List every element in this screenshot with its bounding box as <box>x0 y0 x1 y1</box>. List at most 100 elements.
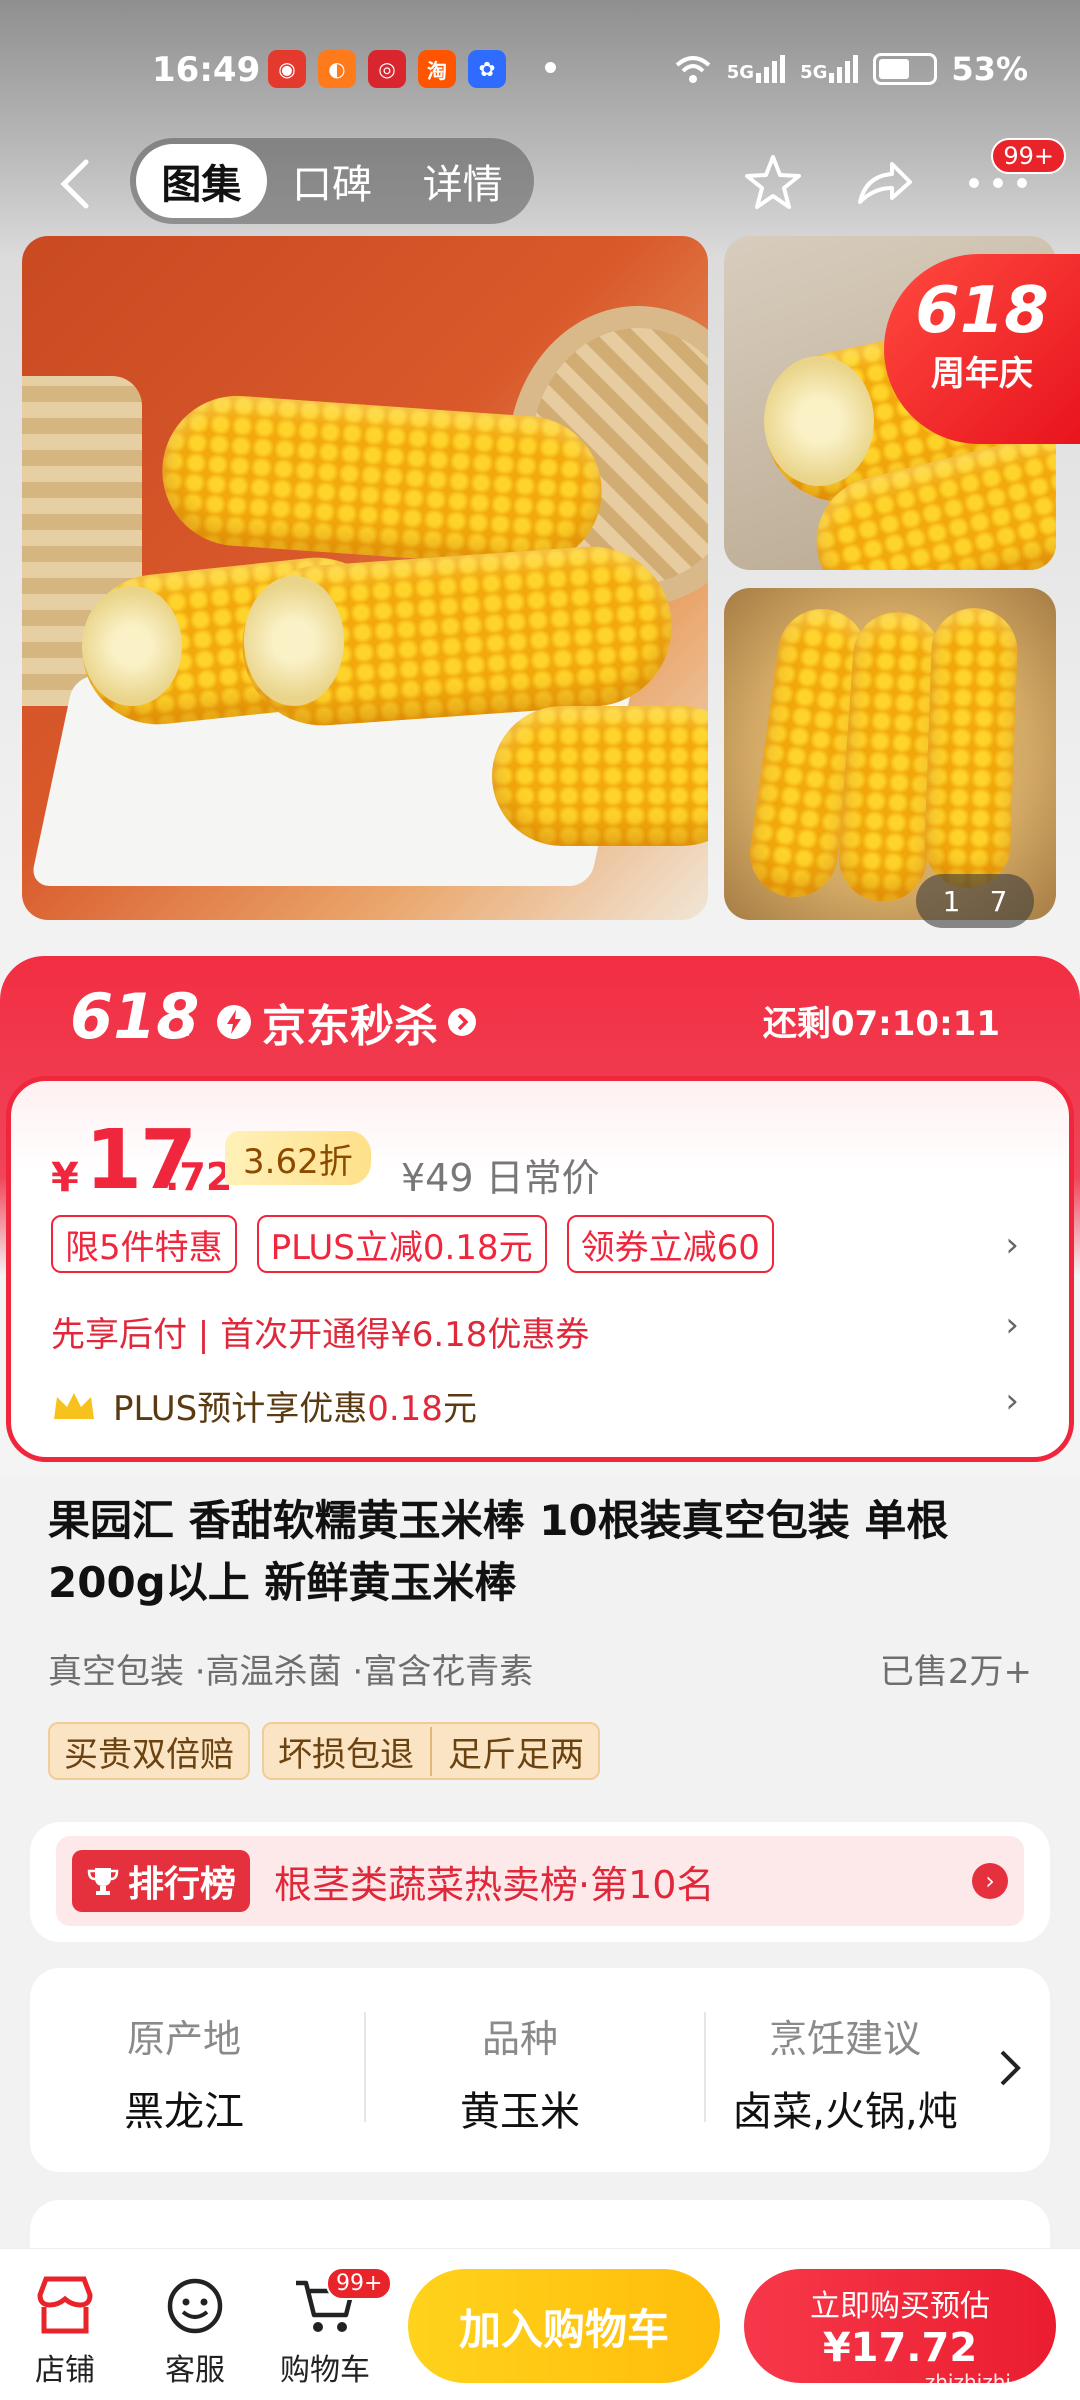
plus-amount: 0.18 <box>367 1389 443 1429</box>
plus-discount-row[interactable]: PLUS预计享优惠0.18元 <box>51 1381 477 1430</box>
signal-icon-2 <box>829 55 859 83</box>
wifi-icon <box>675 56 711 83</box>
tab-gallery[interactable]: 图集 <box>136 144 267 218</box>
ranking-text: 根茎类蔬菜热卖榜·第10名 <box>274 1862 715 1907</box>
main-product-image[interactable] <box>22 236 708 920</box>
more-notifications-dot <box>545 62 556 73</box>
spec-cooking: 烹饪建议 卤菜,火锅,炖 <box>720 2008 970 2137</box>
guarantee-tag: 足斤足两 <box>430 1726 584 1776</box>
price-card: ¥ 17 .72 3.62折 ¥49 日常价 限5件特惠 PLUS立减0.18元… <box>6 1076 1074 1462</box>
chevron-right-icon[interactable]: › <box>972 1863 1008 1899</box>
original-price: ¥49 日常价 <box>401 1147 600 1202</box>
guarantee-tag[interactable]: 买贵双倍赔 <box>48 1722 250 1780</box>
chevron-right-circle-icon <box>448 1008 476 1036</box>
weibo-hot-icon: ◎ <box>368 50 406 88</box>
anniversary-badge: 618 周年庆 <box>884 254 1080 444</box>
flash-countdown: 还剩07:10:11 <box>762 1004 1000 1044</box>
spec-key: 品种 <box>481 2017 558 2061</box>
guarantee-tag-group[interactable]: 坏损包退 足斤足两 <box>262 1722 600 1780</box>
flash-title-text: 京东秒杀 <box>262 1001 438 1052</box>
spec-divider <box>364 2012 366 2122</box>
signal-2: 5G <box>800 55 859 83</box>
favorite-button[interactable] <box>738 148 808 218</box>
thumb1-corn-end <box>764 356 874 486</box>
chevron-left-icon <box>60 159 89 209</box>
spec-divider <box>704 2012 706 2122</box>
trophy-icon <box>87 1868 119 1895</box>
badge-618: 618 <box>915 274 1049 348</box>
ranking-label-text: 排行榜 <box>128 1864 237 1905</box>
tab-reviews[interactable]: 口碑 <box>267 144 398 218</box>
plus-row-text: PLUS预计享优惠0.18元 <box>113 1381 477 1430</box>
service-button[interactable]: 客服 <box>140 2267 250 2389</box>
network-label: 5G <box>726 62 755 83</box>
corn-left-end <box>82 586 182 706</box>
more-dots-icon <box>969 178 1027 188</box>
flash-sale-title: 京东秒杀 <box>214 990 478 1054</box>
original-price-label: 日常价 <box>485 1156 600 1200</box>
promo-tag[interactable]: 限5件特惠 <box>51 1215 237 1273</box>
tab-details[interactable]: 详情 <box>397 144 528 218</box>
image-counter: 1 7 <box>916 874 1034 928</box>
plus-suffix: 元 <box>442 1389 477 1429</box>
promo-tag[interactable]: PLUS立减0.18元 <box>256 1215 547 1273</box>
top-nav: 图集 口碑 详情 99+ <box>0 138 1080 228</box>
battery-icon <box>873 53 938 85</box>
pay-later-row[interactable]: 先享后付 | 首次开通得¥6.18优惠券 <box>51 1307 589 1356</box>
guarantee-tag: 坏损包退 <box>278 1734 414 1775</box>
thumbnail-2[interactable] <box>724 588 1056 920</box>
flash-618-logo: 618 <box>70 980 200 1053</box>
chevron-right-icon[interactable] <box>990 2044 1030 2092</box>
shop-button[interactable]: 店铺 <box>10 2267 120 2389</box>
ranking-card[interactable]: 排行榜 根茎类蔬菜热卖榜·第10名 › <box>30 1822 1050 1942</box>
original-price-value: ¥49 <box>401 1156 474 1200</box>
cart-label: 购物车 <box>280 2353 370 2388</box>
promo-tag[interactable]: 领券立减60 <box>566 1215 774 1273</box>
product-page: 16:49 ◉ ◐ ◎ 淘 ✿ 5G 5G 53% 图集 口碑 详情 99+ 6… <box>0 0 1080 2400</box>
shop-icon <box>10 2267 120 2345</box>
flash-sale-header[interactable]: 618 京东秒杀 还剩07:10:11 <box>0 956 1080 1076</box>
watermark: zhizhizhi.com <box>924 2370 1060 2394</box>
cart-button[interactable]: 购物车 99+ <box>270 2267 393 2389</box>
shop-label: 店铺 <box>35 2353 95 2388</box>
pay-later-chevron-icon[interactable]: › <box>1005 1305 1019 1345</box>
buy-now-button[interactable]: 立即购买预估 ¥17.72 <box>744 2269 1056 2383</box>
spec-origin: 原产地 黑龙江 <box>34 2008 334 2137</box>
star-icon <box>745 155 801 209</box>
promo-tags[interactable]: 限5件特惠 PLUS立减0.18元 领券立减60 <box>51 1215 774 1273</box>
buy-now-label: 立即购买预估 <box>810 2289 990 2324</box>
signal-icon <box>756 55 786 83</box>
share-button[interactable] <box>848 148 918 218</box>
back-button[interactable] <box>52 156 102 212</box>
spec-card[interactable]: 原产地 黑龙江 品种 黄玉米 烹饪建议 卤菜,火锅,炖 <box>30 1968 1050 2172</box>
lightning-clock-icon <box>217 1005 251 1039</box>
image-current: 1 <box>942 884 961 918</box>
spec-value: 黄玉米 <box>460 2089 580 2135</box>
price-currency: ¥ <box>51 1155 79 1201</box>
crown-icon <box>54 1392 94 1419</box>
thumb2-corn-3 <box>923 606 1019 890</box>
battery-level: 53% <box>951 50 1028 88</box>
buy-now-price: ¥17.72 <box>822 2325 978 2371</box>
guarantee-tags[interactable]: 买贵双倍赔 坏损包退 足斤足两 <box>48 1722 600 1780</box>
add-to-cart-button[interactable]: 加入购物车 <box>408 2269 720 2383</box>
network-label-2: 5G <box>800 62 828 83</box>
bottom-action-bar: 店铺 客服 购物车 99+ 加入购物车 立即购买预估 ¥17.72 zhizhi… <box>0 2248 1080 2400</box>
ranking-label: 排行榜 <box>72 1850 251 1912</box>
spec-value: 卤菜,火锅,炖 <box>732 2089 958 2135</box>
share-icon <box>858 162 912 204</box>
service-icon <box>140 2267 250 2345</box>
flash-divider <box>186 1000 189 1036</box>
spec-value: 黑龙江 <box>124 2089 244 2135</box>
promo-chevron-icon[interactable]: › <box>1005 1225 1019 1265</box>
flash-sale-panel: 618 京东秒杀 还剩07:10:11 ¥ 17 .72 3.62折 ¥49 日… <box>0 956 1080 1476</box>
corn-middle-end <box>244 576 344 706</box>
section-tabs: 图集 口碑 详情 <box>130 138 534 224</box>
weibo-icon: ◉ <box>268 50 306 88</box>
corn-right <box>492 706 708 846</box>
badge-anniversary: 周年庆 <box>931 354 1033 394</box>
plus-chevron-icon[interactable]: › <box>1005 1381 1019 1421</box>
spec-key: 原产地 <box>126 2017 241 2061</box>
price-decimal: .72 <box>165 1155 233 1199</box>
notification-icons: ◉ ◐ ◎ 淘 ✿ <box>268 50 506 88</box>
